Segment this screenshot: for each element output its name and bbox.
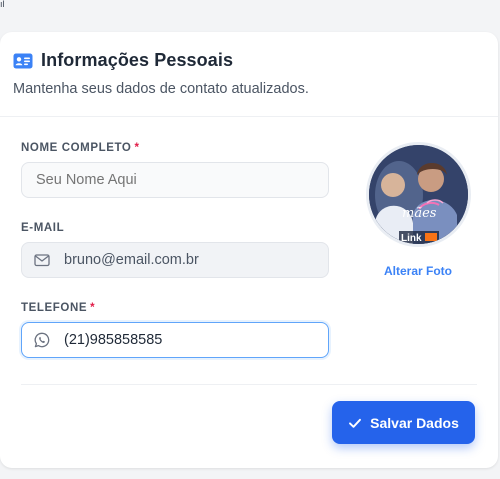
phone-label-text: TELEFONE <box>21 302 88 314</box>
photo-overlay-script: mães <box>402 206 437 221</box>
phone-field[interactable] <box>21 322 329 358</box>
email-label: E-MAIL <box>21 222 64 234</box>
id-card-icon <box>13 53 33 69</box>
change-photo-link[interactable]: Alterar Foto <box>358 264 478 278</box>
profile-photo[interactable]: mães Link <box>366 142 471 247</box>
email-label-text: E-MAIL <box>21 222 65 234</box>
name-label: NOME COMPLETO * <box>21 142 140 154</box>
phone-required-mark: * <box>90 302 96 314</box>
name-input[interactable] <box>34 171 328 189</box>
name-required-mark: * <box>134 142 140 154</box>
divider <box>21 384 477 385</box>
email-input[interactable] <box>62 251 328 269</box>
phone-label: TELEFONE * <box>21 302 95 314</box>
page-subtitle: Mantenha seus dados de contato atualizad… <box>13 81 309 97</box>
card-header: Informações Pessoais Mantenha seus dados… <box>0 32 498 117</box>
page-title: Informações Pessoais <box>41 50 234 70</box>
save-button[interactable]: Salvar Dados <box>332 401 475 444</box>
email-field[interactable] <box>21 242 329 278</box>
corner-mark: ıl <box>0 0 5 9</box>
title-row: Informações Pessoais <box>13 50 233 71</box>
whatsapp-icon <box>34 332 50 348</box>
check-icon <box>348 416 362 430</box>
photo-overlay-brand: Link <box>401 233 422 244</box>
phone-input[interactable] <box>62 331 328 349</box>
personal-info-card: Informações Pessoais Mantenha seus dados… <box>0 32 498 468</box>
mail-icon <box>34 252 50 268</box>
save-button-label: Salvar Dados <box>370 414 459 431</box>
name-label-text: NOME COMPLETO <box>21 142 132 154</box>
name-field[interactable] <box>21 162 329 198</box>
